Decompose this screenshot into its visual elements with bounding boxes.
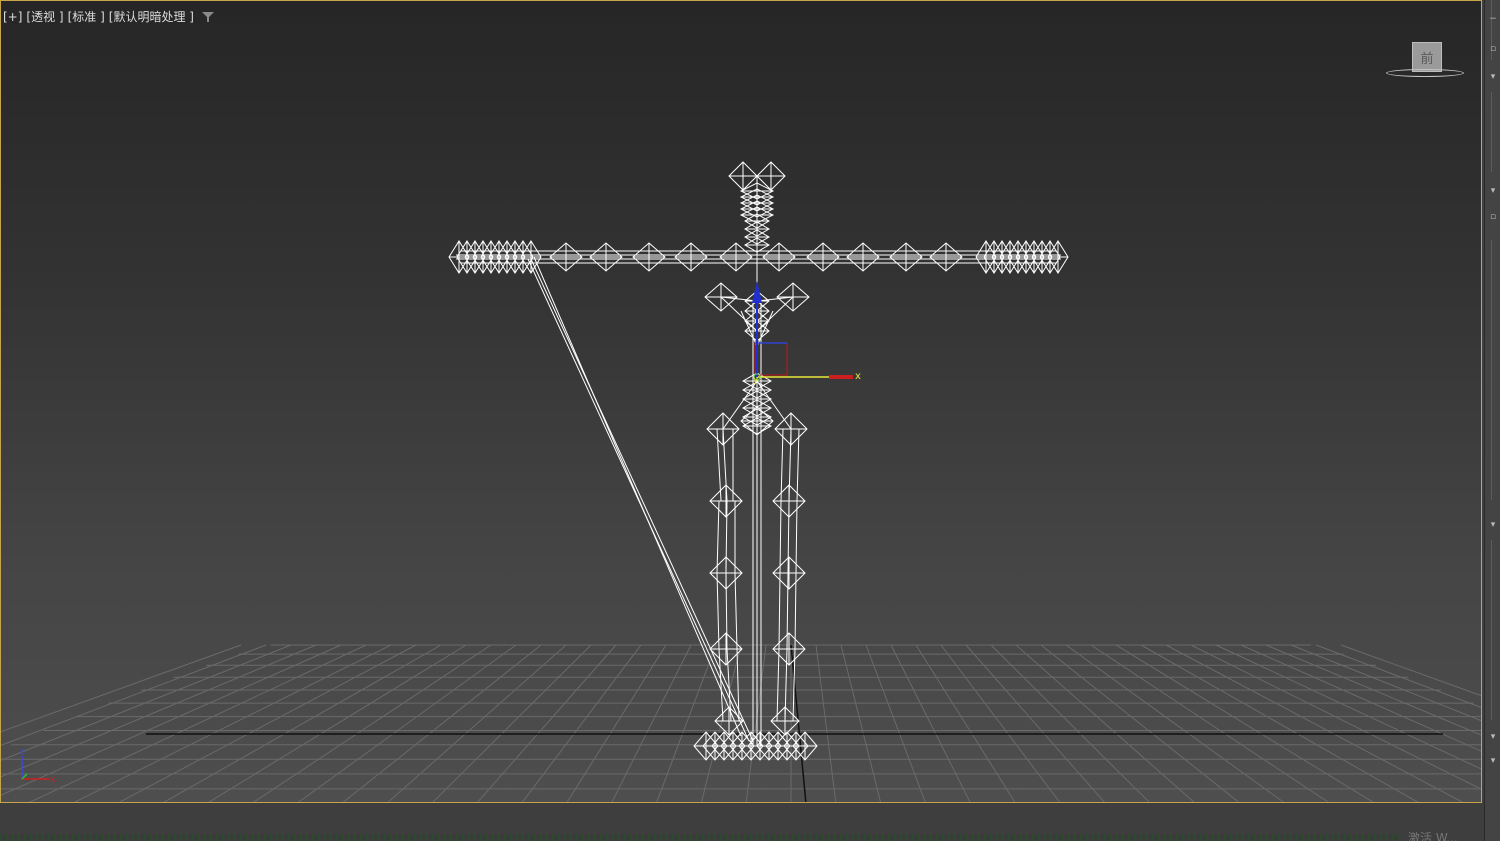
gizmo-y-label: y — [753, 375, 759, 385]
panel-chevron-down-icon[interactable]: ▾ — [1488, 520, 1498, 530]
status-area — [0, 803, 1484, 841]
panel-toggle-icon[interactable]: ▫ — [1488, 44, 1498, 54]
gizmo-x-label: x — [855, 371, 861, 382]
app-window: [+] [透视 ] [标准 ] [默认明暗处理 ] x y z x 前 − ▫ … — [0, 0, 1500, 841]
panel-chevron-down-icon[interactable]: ▾ — [1488, 72, 1498, 82]
viewcube-front-face[interactable]: 前 — [1412, 42, 1442, 72]
tripod-x-label: x — [50, 775, 56, 785]
perspective-viewport[interactable]: [+] [透视 ] [标准 ] [默认明暗处理 ] x y z x 前 — [0, 0, 1482, 803]
time-slider-track[interactable] — [0, 834, 1400, 841]
viewcube[interactable]: 前 — [1385, 39, 1467, 83]
axis-tripod: z x — [20, 747, 56, 785]
biped-skeleton[interactable] — [456, 176, 1061, 746]
panel-toggle-icon[interactable]: ▫ — [1488, 212, 1498, 222]
activation-watermark: 激活 W... — [1408, 831, 1458, 841]
command-panel-strip: − ▫ ▾ ▾ ▫ ▾ ▾ ▾ — [1484, 0, 1500, 841]
panel-divider — [1491, 92, 1492, 172]
panel-chevron-down-icon[interactable]: ▾ — [1488, 186, 1498, 196]
scene-canvas[interactable]: x y z x — [1, 1, 1482, 803]
panel-chevron-down-icon[interactable]: ▾ — [1488, 732, 1498, 742]
panel-divider — [1491, 240, 1492, 500]
viewcube-compass-ring[interactable] — [1386, 69, 1464, 77]
grid-center-line-vertical — [790, 644, 807, 802]
bone-joints[interactable] — [448, 161, 1069, 761]
panel-divider — [1491, 540, 1492, 720]
panel-minus-icon[interactable]: − — [1488, 14, 1498, 24]
tripod-z-label: z — [20, 747, 25, 757]
panel-chevron-down-icon[interactable]: ▾ — [1488, 756, 1498, 766]
